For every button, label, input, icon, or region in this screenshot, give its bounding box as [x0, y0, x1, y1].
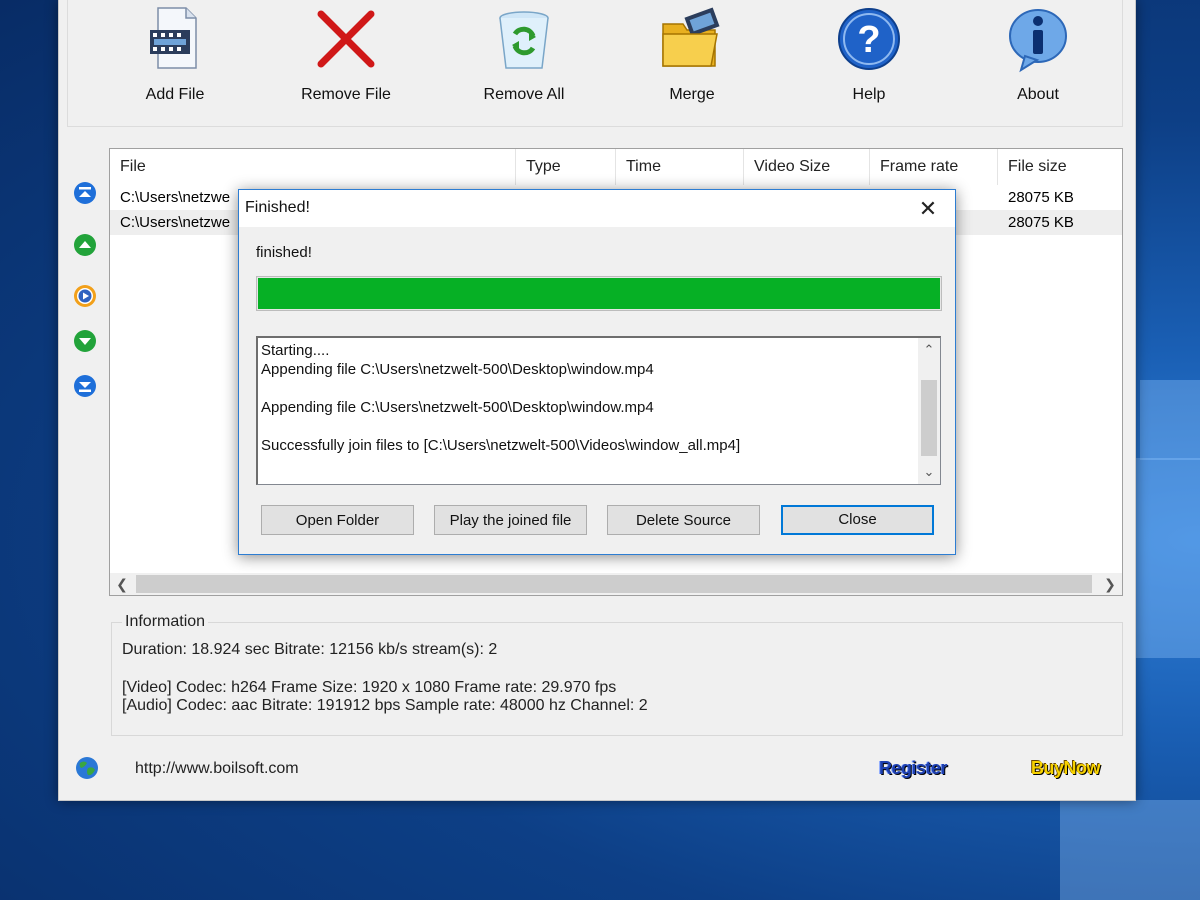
dialog-status-text: finished!: [256, 244, 312, 261]
about-button[interactable]: About: [973, 4, 1103, 114]
scroll-down-icon[interactable]: ⌄: [918, 462, 940, 482]
row-file-size: 28075 KB: [1008, 214, 1074, 231]
column-video-size[interactable]: Video Size: [744, 149, 870, 185]
folder-film-icon: [662, 7, 720, 67]
open-folder-button[interactable]: Open Folder: [261, 505, 414, 535]
info-video-line: [Video] Codec: h264 Frame Size: 1920 x 1…: [122, 679, 617, 696]
merge-label: Merge: [669, 86, 715, 103]
wallpaper-light: [1136, 458, 1200, 658]
move-down-icon[interactable]: [73, 329, 97, 353]
buynow-link[interactable]: BuyNow: [1031, 758, 1101, 779]
horizontal-scrollbar[interactable]: ❮ ❯: [110, 573, 1122, 595]
dialog-titlebar[interactable]: Finished! ✕: [239, 190, 955, 227]
column-frame-rate[interactable]: Frame rate: [870, 149, 998, 185]
remove-all-button[interactable]: Remove All: [459, 4, 589, 114]
progress-fill: [258, 278, 940, 309]
toolbar: Add File Remove File Remove All Merge ? …: [67, 0, 1123, 127]
play-joined-file-button[interactable]: Play the joined file: [434, 505, 587, 535]
help-question-icon: ?: [838, 8, 900, 70]
remove-file-button[interactable]: Remove File: [281, 4, 411, 114]
close-icon[interactable]: ✕: [905, 192, 951, 225]
log-text: Starting.... Appending file C:\Users\net…: [261, 342, 741, 454]
globe-icon: [76, 757, 98, 779]
information-group: Information Duration: 18.924 sec Bitrate…: [111, 613, 1123, 736]
scroll-left-icon[interactable]: ❮: [110, 573, 134, 595]
scrollbar-thumb[interactable]: [136, 575, 1092, 593]
red-x-icon: [317, 10, 375, 68]
recycle-bin-icon: [499, 11, 549, 69]
info-duration-line: Duration: 18.924 sec Bitrate: 12156 kb/s…: [122, 641, 498, 658]
move-to-top-icon[interactable]: [73, 181, 97, 205]
row-file-path: C:\Users\netzwe: [120, 189, 231, 206]
film-file-icon: [150, 7, 197, 69]
scrollbar-thumb[interactable]: [921, 380, 937, 456]
help-label: Help: [852, 86, 886, 103]
remove-file-label: Remove File: [301, 86, 391, 103]
website-link[interactable]: http://www.boilsoft.com: [135, 760, 299, 778]
register-link[interactable]: Register: [879, 758, 948, 779]
log-textbox[interactable]: Starting.... Appending file C:\Users\net…: [256, 336, 941, 485]
info-audio-line: [Audio] Codec: aac Bitrate: 191912 bps S…: [122, 697, 648, 714]
about-label: About: [1017, 86, 1059, 103]
column-file-size[interactable]: File size: [998, 149, 1122, 185]
remove-all-label: Remove All: [483, 86, 565, 103]
column-file[interactable]: File: [110, 149, 516, 185]
column-type[interactable]: Type: [516, 149, 616, 185]
move-to-bottom-icon[interactable]: [73, 374, 97, 398]
row-file-size: 28075 KB: [1008, 189, 1074, 206]
information-title: Information: [122, 613, 209, 631]
info-icon: [1009, 9, 1067, 73]
close-button[interactable]: Close: [781, 505, 934, 535]
file-list-header: File Type Time Video Size Frame rate Fil…: [110, 149, 1122, 185]
wallpaper-light: [1060, 800, 1200, 900]
merge-button[interactable]: Merge: [627, 4, 757, 114]
finished-dialog: Finished! ✕ finished! Starting.... Appen…: [238, 189, 956, 555]
dialog-title: Finished!: [245, 199, 310, 216]
add-file-label: Add File: [145, 86, 205, 103]
vertical-scrollbar[interactable]: ⌃ ⌄: [918, 338, 940, 484]
help-button[interactable]: ? Help: [804, 4, 934, 114]
column-time[interactable]: Time: [616, 149, 744, 185]
delete-source-button[interactable]: Delete Source: [607, 505, 760, 535]
add-file-button[interactable]: Add File: [110, 4, 240, 114]
move-up-icon[interactable]: [73, 233, 97, 257]
progress-bar: [256, 276, 942, 311]
scroll-up-icon[interactable]: ⌃: [918, 340, 940, 360]
row-file-path: C:\Users\netzwe: [120, 214, 231, 231]
wallpaper-light: [1140, 380, 1200, 460]
svg-text:?: ?: [857, 19, 880, 61]
scroll-right-icon[interactable]: ❯: [1098, 573, 1122, 595]
play-preview-icon[interactable]: [73, 284, 97, 308]
